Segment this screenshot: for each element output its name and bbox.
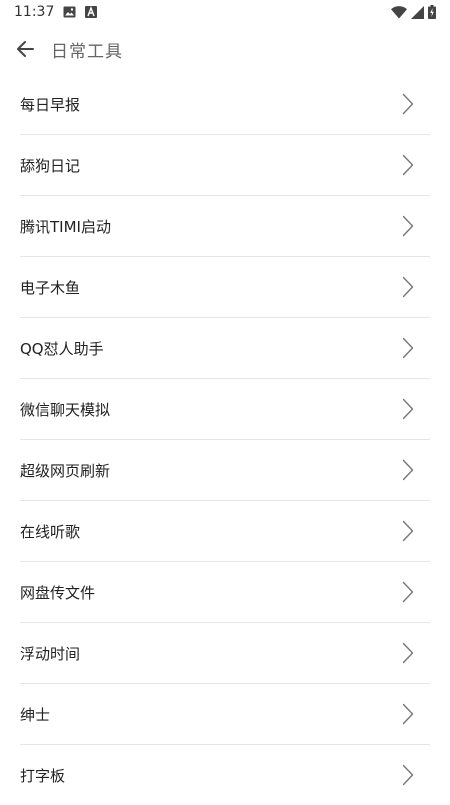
chevron-right-icon: [398, 153, 418, 177]
chevron-right-icon: [398, 92, 418, 116]
chevron-right-icon: [398, 763, 418, 787]
status-right: [391, 5, 436, 19]
list-item[interactable]: 浮动时间: [20, 623, 430, 684]
image-icon: [63, 6, 76, 18]
list-item[interactable]: 绅士: [20, 684, 430, 745]
page-title: 日常工具: [51, 41, 123, 62]
list-item-label: 舔狗日记: [20, 156, 81, 175]
chevron-right-icon: [398, 275, 418, 299]
list-item[interactable]: 打字板: [20, 745, 430, 805]
list-item[interactable]: 每日早报: [20, 74, 430, 135]
status-time: 11:37: [14, 4, 55, 20]
tool-list: 每日早报舔狗日记腾讯TIMI启动 电子木鱼 QQ怼人助手 微信聊天模拟 超级网页刷新 在线…: [20, 74, 430, 805]
chevron-right-icon: [398, 458, 418, 482]
back-button[interactable]: [11, 35, 39, 63]
list-item[interactable]: 超级网页刷新: [20, 440, 430, 501]
list-item-label: 微信聊天模拟: [20, 400, 111, 419]
list-item[interactable]: 腾讯TIMI启动: [20, 196, 430, 257]
wifi-icon: [391, 5, 407, 19]
chevron-right-icon: [398, 336, 418, 360]
list-item[interactable]: 舔狗日记: [20, 135, 430, 196]
list-item-label: 超级网页刷新: [20, 461, 111, 480]
battery-charging-icon: [428, 5, 436, 19]
chevron-right-icon: [398, 519, 418, 543]
list-item[interactable]: 在线听歌: [20, 501, 430, 562]
app-header: 日常工具: [0, 24, 450, 74]
list-item[interactable]: 电子木鱼: [20, 257, 430, 318]
chevron-right-icon: [398, 580, 418, 604]
list-item-label: 在线听歌: [20, 522, 81, 541]
list-item-label: 电子木鱼: [20, 278, 81, 297]
list-item-label: QQ怼人助手: [20, 339, 104, 358]
chevron-right-icon: [398, 702, 418, 726]
list-item[interactable]: 微信聊天模拟: [20, 379, 430, 440]
cell-signal-icon: [411, 5, 424, 19]
arrow-left-icon: [17, 41, 34, 57]
list-item-label: 打字板: [20, 766, 66, 785]
list-item-label: 绅士: [20, 705, 51, 724]
chevron-right-icon: [398, 397, 418, 421]
list-item[interactable]: 网盘传文件: [20, 562, 430, 623]
list-item[interactable]: QQ怼人助手: [20, 318, 430, 379]
chevron-right-icon: [398, 214, 418, 238]
list-item-label: 腾讯TIMI启动: [20, 217, 111, 236]
chevron-right-icon: [398, 641, 418, 665]
list-item-label: 浮动时间: [20, 644, 81, 663]
list-item-label: 每日早报: [20, 95, 81, 114]
status-left: 11:37: [14, 4, 98, 20]
list-item-label: 网盘传文件: [20, 583, 96, 602]
a-notification-icon: [85, 6, 98, 18]
status-bar: 11:37: [0, 0, 450, 24]
